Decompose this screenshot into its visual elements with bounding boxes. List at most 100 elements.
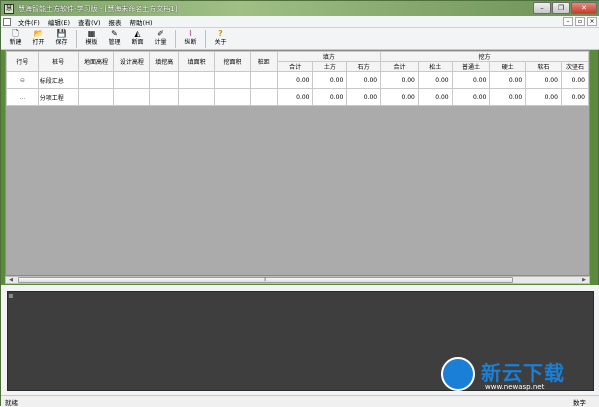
col-cut-sub-hard-rock[interactable]: 次坚石: [560, 61, 589, 72]
profile-button[interactable]: ⌇ 纵断: [179, 28, 202, 49]
cell[interactable]: 0.00: [312, 71, 348, 89]
cell[interactable]: [113, 71, 151, 89]
cell[interactable]: 0.00: [276, 71, 314, 89]
cell[interactable]: 0.00: [451, 88, 491, 106]
save-icon: 💾: [56, 29, 67, 38]
cell[interactable]: [249, 88, 278, 106]
col-fill-cut-height[interactable]: 填挖高: [149, 51, 180, 72]
measure-button[interactable]: ✐ 计量: [149, 28, 172, 49]
cell[interactable]: [77, 88, 115, 106]
cell[interactable]: 0.00: [346, 71, 382, 89]
menu-bar: 文件(F) 编辑(E) 查看(V) 报表 帮助(H) – ▫ ×: [1, 16, 599, 28]
stake-cell[interactable]: 标段汇总: [37, 71, 79, 89]
open-label: 打开: [32, 39, 45, 46]
restore-button[interactable]: ❐: [552, 2, 570, 14]
earthwork-table: 行号 桩号 地面高程 设计高程 填挖高 填面积 挖面积 桩距 填方 挖方 合计 …: [6, 51, 589, 106]
col-cut-hard[interactable]: 硬土: [489, 61, 527, 72]
col-fill-total[interactable]: 合计: [276, 61, 314, 72]
cell[interactable]: 0.00: [417, 88, 453, 106]
cell[interactable]: [77, 71, 115, 89]
cell[interactable]: [249, 71, 278, 89]
scroll-grip-icon: ⦀: [264, 277, 267, 283]
col-fill-group: 填方: [276, 51, 382, 62]
cell[interactable]: 0.00: [489, 71, 527, 89]
mdi-restore-button[interactable]: ▫: [575, 17, 585, 26]
about-button[interactable]: ? 关于: [209, 28, 232, 49]
template-button[interactable]: ▦ 模板: [80, 28, 103, 49]
cell[interactable]: 0.00: [312, 88, 348, 106]
tree-line-icon: …: [6, 88, 39, 106]
menu-file[interactable]: 文件(F): [14, 17, 44, 27]
menu-report[interactable]: 报表: [105, 17, 126, 27]
new-button[interactable]: 🗋 新建: [4, 28, 27, 49]
scroll-left-icon[interactable]: ◀: [7, 277, 15, 283]
section-button[interactable]: ◭ 断面: [126, 28, 149, 49]
section-label: 断面: [131, 39, 144, 46]
template-label: 模板: [85, 39, 98, 46]
cell[interactable]: [178, 71, 216, 89]
close-button[interactable]: ✕: [571, 2, 597, 14]
col-cut-loose[interactable]: 松土: [417, 61, 453, 72]
open-button[interactable]: 📂 打开: [27, 28, 50, 49]
cell[interactable]: 0.00: [489, 88, 527, 106]
menu-edit[interactable]: 编辑(E): [44, 17, 74, 27]
col-design-elev[interactable]: 设计高程: [113, 51, 151, 72]
col-cut-group: 挖方: [380, 51, 589, 62]
watermark-url: www.newasp.net: [485, 383, 545, 391]
scroll-right-icon[interactable]: ▶: [580, 277, 588, 283]
cell[interactable]: [113, 88, 151, 106]
mdi-close-button[interactable]: ×: [587, 17, 597, 26]
cell[interactable]: [214, 88, 251, 106]
cell[interactable]: 0.00: [276, 88, 314, 106]
cell[interactable]: [149, 71, 180, 89]
cell[interactable]: 0.00: [525, 71, 562, 89]
toolbar: 🗋 新建 📂 打开 💾 保存 ▦ 模板 ✎ 管理 ◭ 断面 ✐ 计量 ⌇ 纵断 …: [1, 28, 599, 50]
earthwork-grid[interactable]: 行号 桩号 地面高程 设计高程 填挖高 填面积 挖面积 桩距 填方 挖方 合计 …: [5, 50, 590, 276]
mdi-minimize-button[interactable]: –: [563, 17, 573, 26]
scroll-thumb[interactable]: ⦀: [18, 277, 513, 283]
col-fill-area[interactable]: 填面积: [178, 51, 216, 72]
cell[interactable]: 0.00: [560, 88, 589, 106]
manage-button[interactable]: ✎ 管理: [103, 28, 126, 49]
cell[interactable]: [178, 88, 216, 106]
cell[interactable]: 0.00: [525, 88, 562, 106]
cell[interactable]: [149, 88, 180, 106]
col-stake[interactable]: 桩号: [37, 51, 79, 72]
collapse-toggle-icon[interactable]: ⊖: [6, 71, 39, 89]
col-cut-total[interactable]: 合计: [380, 61, 419, 72]
window-title: 慧海智能土方软件-学习版 - [慧海未命名土方文档1]: [18, 4, 178, 13]
watermark-text: 新云下载: [481, 361, 565, 385]
col-ground-elev[interactable]: 地面高程: [77, 51, 115, 72]
help-icon: ?: [218, 29, 223, 38]
cell[interactable]: 0.00: [451, 71, 491, 89]
table-row[interactable]: … 分项工程 0.00 0.00 0.00 0.00 0.00 0.00 0.0…: [6, 88, 589, 106]
col-cut-common[interactable]: 普通土: [451, 61, 491, 72]
document-icon[interactable]: [3, 17, 11, 26]
menu-view[interactable]: 查看(V): [74, 17, 105, 27]
toolbar-separator: [205, 30, 206, 48]
cell[interactable]: 0.00: [417, 71, 453, 89]
horizontal-scrollbar[interactable]: ◀ ⦀ ▶: [5, 276, 590, 284]
app-window: 慧 慧海智能土方软件-学习版 - [慧海未命名土方文档1] – ❐ ✕ 文件(F…: [0, 0, 599, 407]
col-cut-area[interactable]: 挖面积: [214, 51, 251, 72]
save-button[interactable]: 💾 保存: [50, 28, 73, 49]
col-stake-dist[interactable]: 桩距: [249, 51, 278, 72]
col-fill-rock[interactable]: 石方: [346, 61, 382, 72]
watermark-logo-icon: [441, 357, 475, 391]
col-row-no[interactable]: 行号: [6, 51, 39, 72]
about-label: 关于: [214, 39, 227, 46]
col-fill-soil[interactable]: 土方: [312, 61, 348, 72]
profile-label: 纵断: [184, 39, 197, 46]
cell[interactable]: 0.00: [346, 88, 382, 106]
title-bar[interactable]: 慧 慧海智能土方软件-学习版 - [慧海未命名土方文档1] – ❐ ✕: [1, 1, 599, 16]
minimize-button[interactable]: –: [533, 2, 551, 14]
table-row[interactable]: ⊖ 标段汇总 0.00 0.00 0.00 0.00 0.00 0.00 0.0…: [6, 71, 589, 89]
cell[interactable]: 0.00: [560, 71, 589, 89]
cell[interactable]: 0.00: [380, 88, 419, 106]
cell[interactable]: 0.00: [380, 71, 419, 89]
cell[interactable]: [214, 71, 251, 89]
col-cut-soft-rock[interactable]: 软石: [525, 61, 562, 72]
toolbar-separator: [175, 30, 176, 48]
stake-cell[interactable]: 分项工程: [37, 88, 79, 106]
menu-help[interactable]: 帮助(H): [126, 17, 157, 27]
